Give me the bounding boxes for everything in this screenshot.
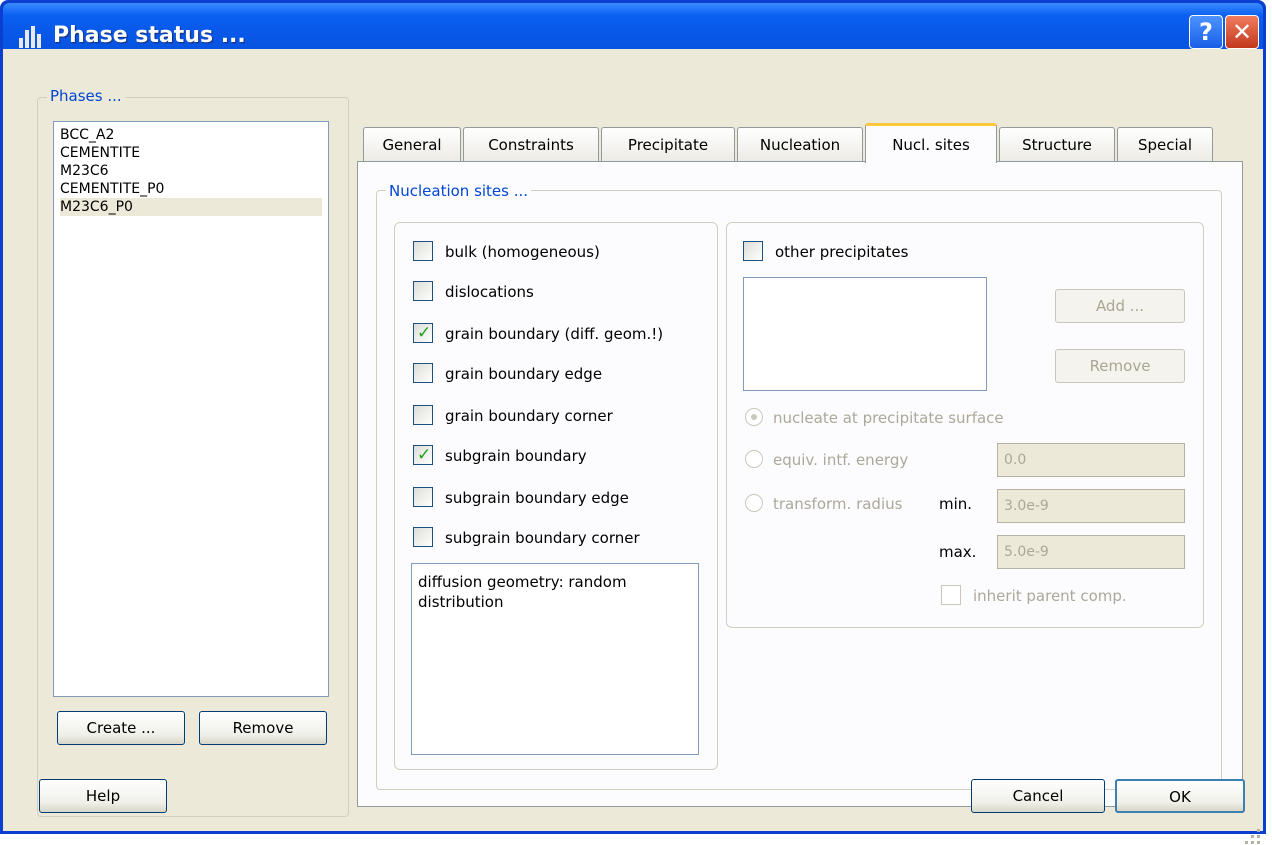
tab-constraints[interactable]: Constraints — [463, 127, 599, 161]
help-icon[interactable]: ? — [1189, 15, 1223, 49]
max-label: max. — [939, 543, 977, 561]
other-precipitates-list[interactable] — [743, 277, 987, 391]
site-checkbox-panel: bulk (homogeneous) dislocations ✓ grain … — [394, 222, 718, 770]
check-icon: ✓ — [417, 445, 432, 465]
create-phase-button[interactable]: Create ... — [57, 711, 185, 745]
dislocations-label: dislocations — [445, 283, 534, 301]
min-label: min. — [939, 495, 973, 513]
phases-list[interactable]: BCC_A2 CEMENTITE M23C6 CEMENTITE_P0 M23C… — [53, 121, 329, 697]
tab-special[interactable]: Special — [1117, 127, 1213, 161]
equiv-energy-label: equiv. intf. energy — [773, 451, 909, 469]
check-icon: ✓ — [417, 323, 432, 343]
equiv-energy-field[interactable]: 0.0 — [997, 443, 1185, 477]
bulk-checkbox[interactable] — [413, 241, 433, 261]
grain-boundary-checkbox[interactable]: ✓ — [413, 323, 433, 343]
nucleation-sites-group-label: Nucleation sites ... — [386, 182, 532, 200]
tab-panel-nucl-sites: Nucleation sites ... bulk (homogeneous) … — [357, 161, 1243, 807]
window-title: Phase status ... — [53, 23, 246, 48]
resize-grip-icon[interactable] — [1245, 829, 1261, 845]
help-button[interactable]: Help — [39, 779, 167, 813]
list-item-cementite[interactable]: CEMENTITE — [60, 144, 322, 162]
tab-general[interactable]: General — [363, 127, 461, 161]
list-item-m23c6-p0[interactable]: M23C6_P0 — [60, 198, 322, 216]
other-precipitates-panel: other precipitates Add ... Remove nuclea… — [726, 222, 1204, 628]
diffusion-geometry-text[interactable]: diffusion geometry: random distribution — [411, 563, 699, 755]
subgrain-boundary-checkbox[interactable]: ✓ — [413, 445, 433, 465]
subgrain-boundary-edge-label: subgrain boundary edge — [445, 489, 629, 507]
tab-structure[interactable]: Structure — [999, 127, 1115, 161]
close-icon[interactable]: ✕ — [1225, 15, 1259, 49]
other-precipitates-checkbox[interactable] — [743, 241, 763, 261]
phase-status-dialog: Phase status ... ? ✕ Phases ... BCC_A2 C… — [0, 0, 1266, 844]
subgrain-boundary-corner-label: subgrain boundary corner — [445, 529, 640, 547]
other-precipitates-label: other precipitates — [775, 243, 909, 261]
transform-radius-label: transform. radius — [773, 495, 903, 513]
subgrain-boundary-edge-checkbox[interactable] — [413, 487, 433, 507]
remove-phase-button[interactable]: Remove — [199, 711, 327, 745]
list-item-m23c6[interactable]: M23C6 — [60, 162, 322, 180]
nucleate-surface-radio[interactable] — [745, 408, 763, 426]
tab-nucl-sites[interactable]: Nucl. sites — [865, 123, 997, 163]
equiv-energy-radio[interactable] — [745, 450, 763, 468]
nucleate-surface-label: nucleate at precipitate surface — [773, 409, 1004, 427]
transform-radius-radio[interactable] — [745, 494, 763, 512]
dialog-client-area: Phases ... BCC_A2 CEMENTITE M23C6 CEMENT… — [3, 49, 1263, 844]
cancel-button[interactable]: Cancel — [971, 779, 1105, 813]
list-item-bcc-a2[interactable]: BCC_A2 — [60, 126, 322, 144]
grain-boundary-edge-checkbox[interactable] — [413, 363, 433, 383]
subgrain-boundary-corner-checkbox[interactable] — [413, 527, 433, 547]
list-item-cementite-p0[interactable]: CEMENTITE_P0 — [60, 180, 322, 198]
grain-boundary-corner-checkbox[interactable] — [413, 405, 433, 425]
dislocations-checkbox[interactable] — [413, 281, 433, 301]
max-radius-field[interactable]: 5.0e-9 — [997, 535, 1185, 569]
grain-boundary-edge-label: grain boundary edge — [445, 365, 603, 383]
phases-group-label: Phases ... — [47, 87, 125, 105]
subgrain-boundary-label: subgrain boundary — [445, 447, 587, 465]
min-radius-field[interactable]: 3.0e-9 — [997, 489, 1185, 523]
tab-precipitate[interactable]: Precipitate — [601, 127, 735, 161]
inherit-parent-checkbox[interactable] — [941, 585, 961, 605]
remove-precipitate-button[interactable]: Remove — [1055, 349, 1185, 383]
ok-button[interactable]: OK — [1115, 779, 1245, 813]
grain-boundary-corner-label: grain boundary corner — [445, 407, 613, 425]
tab-nucleation[interactable]: Nucleation — [737, 127, 863, 161]
grain-boundary-label: grain boundary (diff. geom.!) — [445, 325, 664, 343]
bulk-label: bulk (homogeneous) — [445, 243, 600, 261]
inherit-parent-label: inherit parent comp. — [973, 587, 1127, 605]
add-precipitate-button[interactable]: Add ... — [1055, 289, 1185, 323]
app-icon — [19, 26, 43, 48]
